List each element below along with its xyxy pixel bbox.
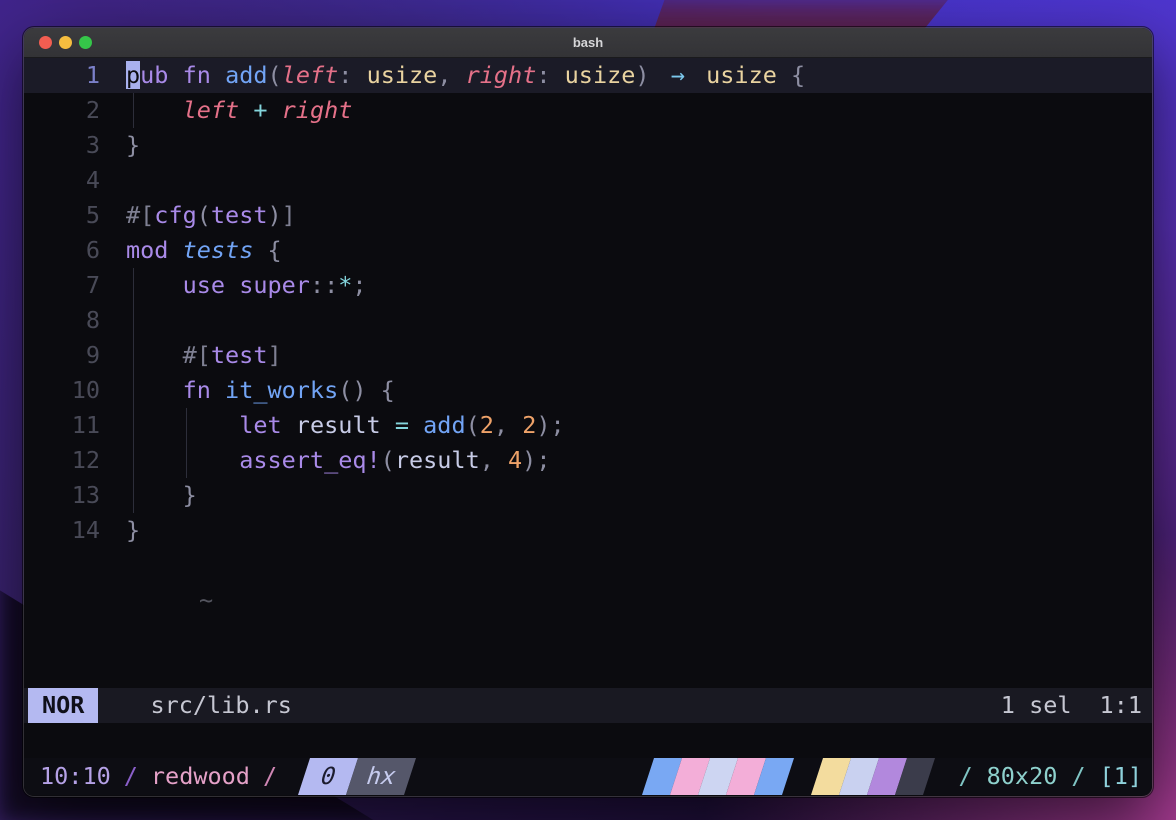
indent-guide: [133, 93, 134, 128]
code-line[interactable]: 6mod tests {: [24, 233, 1152, 268]
code-line[interactable]: 2 left + right: [24, 93, 1152, 128]
clock: 10:10: [40, 759, 111, 794]
line-number: 8: [24, 303, 100, 338]
line-number: 2: [24, 93, 100, 128]
line-number: 5: [24, 198, 100, 233]
trans-flag-stripes: [642, 758, 794, 795]
line-number: 4: [24, 163, 100, 198]
code-text: fn it_works() {: [100, 376, 395, 404]
separator-slash: /: [124, 759, 138, 794]
line-number: 10: [24, 373, 100, 408]
tilde-marker: ~: [137, 583, 213, 618]
pane-size: 80x20: [987, 759, 1058, 794]
nonbinary-flag-stripes: [811, 758, 935, 795]
line-number: 7: [24, 268, 100, 303]
tmux-window-tab[interactable]: 0 hx: [298, 758, 416, 795]
code-text: }: [100, 131, 140, 159]
code-text: assert_eq!(result, 4);: [100, 446, 550, 474]
code-text: #[cfg(test)]: [100, 201, 296, 229]
code-text: [100, 166, 126, 194]
line-number: 6: [24, 233, 100, 268]
session-indicator: [1]: [1100, 759, 1142, 794]
separator-slash: /: [1071, 759, 1085, 794]
code-line[interactable]: 8: [24, 303, 1152, 338]
code-text: #[test]: [100, 341, 282, 369]
line-number: 9: [24, 338, 100, 373]
code-text: }: [100, 516, 140, 544]
code-line[interactable]: 12 assert_eq!(result, 4);: [24, 443, 1152, 478]
line-number: 14: [24, 513, 100, 548]
indent-guide: [186, 408, 187, 478]
command-line[interactable]: [24, 723, 1152, 758]
code-text: mod tests {: [100, 236, 282, 264]
tmux-right-section: / 80x20 / [1]: [958, 758, 1142, 795]
terminal-window: bash 1pub fn add(left: usize, right: usi…: [24, 28, 1152, 796]
indent-guide: [133, 268, 134, 513]
zoom-button[interactable]: [79, 36, 92, 49]
close-button[interactable]: [39, 36, 52, 49]
separator-slash: /: [263, 759, 277, 794]
code-text: }: [100, 481, 197, 509]
traffic-lights: [39, 28, 92, 57]
mode-indicator: NOR: [28, 688, 98, 723]
helix-statusline: NOR src/lib.rs 1 sel 1:1: [24, 688, 1152, 723]
line-number: 1: [24, 58, 100, 93]
editor-area[interactable]: 1pub fn add(left: usize, right: usize) →…: [24, 58, 1152, 688]
code-line[interactable]: 13 }: [24, 478, 1152, 513]
separator-slash: /: [958, 759, 972, 794]
code-text: left + right: [100, 96, 352, 124]
block-cursor: p: [126, 61, 140, 89]
code-line[interactable]: 4: [24, 163, 1152, 198]
code-line[interactable]: 11 let result = add(2, 2);: [24, 408, 1152, 443]
code-text: [100, 306, 126, 334]
tmux-statusbar: 10:10 / redwood / 0 hx / 80x20 / [1]: [24, 758, 1152, 795]
cursor-position: 1:1: [1100, 688, 1142, 723]
line-number: 11: [24, 408, 100, 443]
code-line[interactable]: 1pub fn add(left: usize, right: usize) →…: [24, 58, 1152, 93]
minimize-button[interactable]: [59, 36, 72, 49]
code-line[interactable]: 7 use super::*;: [24, 268, 1152, 303]
code-text: pub fn add(left: usize, right: usize) → …: [100, 61, 805, 89]
code-line[interactable]: 9 #[test]: [24, 338, 1152, 373]
empty-buffer-row: ~: [24, 548, 1152, 583]
selection-count: 1 sel: [1001, 688, 1072, 723]
code-text: use super::*;: [100, 271, 367, 299]
line-number: 12: [24, 443, 100, 478]
window-title: bash: [573, 35, 603, 50]
editor-lines: 1pub fn add(left: usize, right: usize) →…: [24, 58, 1152, 548]
tmux-left-section: 10:10 / redwood / 0 hx: [24, 758, 411, 795]
code-line[interactable]: 14}: [24, 513, 1152, 548]
line-number: 13: [24, 478, 100, 513]
hostname: redwood: [151, 759, 250, 794]
terminal-content: 1pub fn add(left: usize, right: usize) →…: [24, 58, 1152, 795]
titlebar[interactable]: bash: [24, 28, 1152, 58]
file-path: src/lib.rs: [150, 688, 291, 723]
code-text: let result = add(2, 2);: [100, 411, 565, 439]
code-line[interactable]: 5#[cfg(test)]: [24, 198, 1152, 233]
code-line[interactable]: 10 fn it_works() {: [24, 373, 1152, 408]
line-number: 3: [24, 128, 100, 163]
statusline-right: 1 sel 1:1: [1001, 688, 1152, 723]
code-line[interactable]: 3}: [24, 128, 1152, 163]
window-name: hx: [346, 758, 416, 795]
